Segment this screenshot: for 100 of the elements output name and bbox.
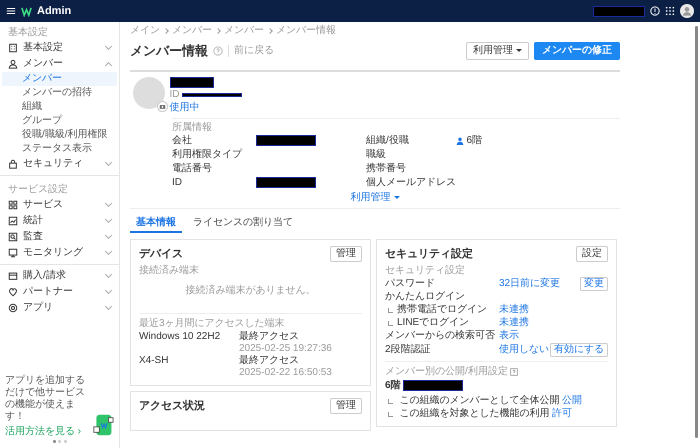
manage-button[interactable]: 管理 [330,398,362,414]
sidebar-item[interactable]: サービス [0,197,119,213]
tab[interactable]: 基本情報 [130,215,182,233]
sidebar-item[interactable]: 統計 [0,213,119,229]
scrollbar[interactable] [695,26,698,438]
chevron-icon [163,28,169,34]
section-heading: 所属情報 [172,122,213,134]
carousel-dot[interactable] [58,440,61,443]
action-button[interactable]: 変更 [580,276,608,290]
field-label: かんたんログイン [385,291,465,303]
field-label: パスワード [385,278,435,290]
device-name: X4-SH [139,354,170,366]
field-value[interactable]: 許可 [552,408,572,420]
app-title: Admin [37,5,72,17]
sidebar-subitem[interactable]: メンバー [2,72,117,86]
section-heading: 基本設定 [7,26,49,40]
field-label: 会社 [172,134,193,146]
carousel-dot[interactable] [52,440,56,443]
section-heading: セキュリティ設定 [385,264,466,276]
camera-icon[interactable] [156,101,168,112]
circle-icon [8,303,18,313]
field-label: この組織のメンバーとして全体公開 [400,394,560,406]
field-value[interactable]: 未連携 [499,304,529,316]
lock-icon [8,159,18,169]
sidebar-item[interactable]: モニタリング [0,245,119,261]
sidebar-item[interactable]: 購入/請求 [0,268,119,284]
field-label: 最終アクセス [239,354,300,366]
breadcrumb-item: メンバー情報 [276,25,336,37]
sidebar-subitem[interactable]: ステータス表示 [2,142,117,156]
timestamp: 2025-02-25 19:27:36 [239,342,333,354]
person-icon [8,59,18,69]
id-label: ID [170,89,180,101]
action-button[interactable]: 有効にする [550,342,608,356]
section-heading: メンバー別の公開/利用設定 [385,366,508,378]
empty-message: 接続済み端末がありません。 [184,284,316,298]
branch-icon [388,398,393,404]
timestamp: 2025-02-22 16:50:53 [239,366,333,378]
field-value[interactable]: 未連携 [499,317,529,329]
branch-icon [388,321,393,326]
device-name: Windows 10 22H2 [139,330,222,342]
field-label: 個人メールアドレス [366,176,456,188]
more-link[interactable]: 利用管理 [350,192,400,203]
field-value[interactable]: 公開 [562,394,582,406]
menu-icon[interactable] [6,6,16,16]
sidebar-item[interactable]: 基本設定 [0,40,119,56]
field-label: LINEでログイン [397,317,470,329]
sidebar-item[interactable]: 監査 [0,229,119,245]
field-label: この組織を対象とした機能の利用 [400,408,550,420]
field-label: ID [172,176,183,188]
section-heading: サービス設定 [7,182,69,197]
sidebar-subitem[interactable]: メンバーの招待 [2,86,117,100]
person-icon [456,136,464,144]
dropdown-button[interactable]: 利用管理 [466,42,529,60]
card-title: デバイス [139,248,183,260]
manage-button[interactable]: 管理 [330,246,362,262]
apps-grid-icon[interactable] [665,6,675,16]
sidebar-item[interactable]: アプリ [0,300,119,316]
field-label: 職級 [366,148,387,160]
promo-text: アプリを追加するだけで他サービスの機能が使えます！ [5,375,86,423]
chevron-icon [215,28,221,34]
sidebar-subitem[interactable]: 役職/職級/利用権限 [2,128,117,142]
grid-icon [8,200,18,210]
carousel-dot[interactable] [64,440,66,443]
page-title: メンバー情報 [130,43,208,59]
wallet-icon [8,271,18,281]
heart-icon [8,287,18,297]
field-label: メンバーからの検索可否 [385,330,495,342]
settings-button[interactable]: 設定 [576,246,608,262]
sidebar-item[interactable]: メンバー [0,56,119,72]
field-label: 電話番号 [172,162,213,174]
edit-button[interactable]: メンバーの修正 [534,42,620,60]
chevron-icon [267,28,273,34]
org-name: 6階 [385,380,401,392]
sidebar-subitem[interactable]: 組織 [2,100,117,114]
field-label: 組織/役職 [366,134,410,146]
tab[interactable]: ライセンスの割り当て [187,215,299,233]
field-label: 携帯電話でログイン [397,304,487,316]
field-label: 最終アクセス [239,330,300,342]
field-value[interactable]: 使用しない [499,344,549,356]
sidebar-item[interactable]: セキュリティ [0,156,119,172]
field-label: 利用権限タイプ [172,148,244,160]
branch-icon [388,412,393,416]
card-title: セキュリティ設定 [385,248,473,260]
section-heading: 接続済み端末 [139,264,200,276]
status-text: 使用中 [170,102,200,114]
section-heading: 最近3ヶ月間にアクセスした端末 [139,318,286,330]
monitor-icon [8,248,18,258]
sidebar-item[interactable]: パートナー [0,284,119,300]
field-label: 携帯番号 [366,162,407,174]
field-value[interactable]: 32日前に変更 [499,278,560,290]
building-icon [8,43,18,53]
field-value: 6階 [466,134,482,146]
avatar-icon[interactable] [680,4,694,18]
field-label: 2段階認証 [385,344,431,356]
field-value[interactable]: 表示 [499,330,519,342]
phone-app-drawing [92,412,114,438]
logo-icon [21,6,32,16]
branch-icon [388,308,393,313]
chart-icon [8,216,18,226]
sidebar-subitem[interactable]: グループ [2,114,117,128]
